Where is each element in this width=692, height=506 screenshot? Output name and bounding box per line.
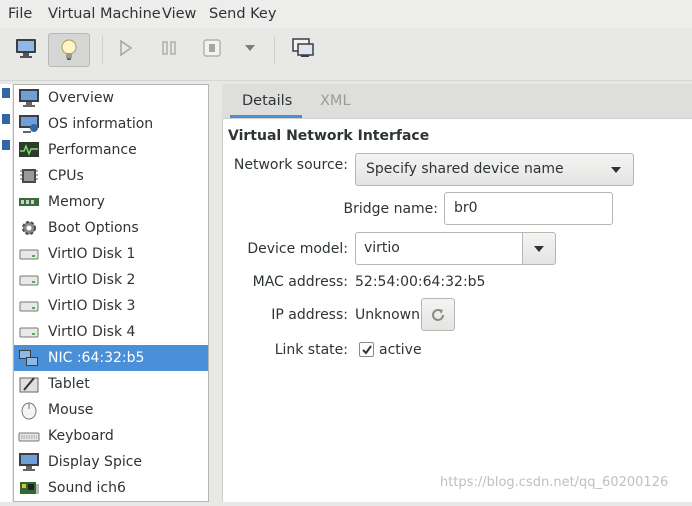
mac-address-label: MAC address: [252,274,348,290]
pause-icon [162,41,176,55]
device-model-label: Device model: [247,241,348,257]
disk-icon [18,296,40,316]
monitor-icon [16,39,36,58]
console-view-button[interactable] [9,32,43,64]
cpu-chip-icon [18,166,40,186]
sidebar-item-label: OS information [48,116,154,132]
menu-file[interactable]: File [8,6,32,22]
sidebar-item-sound-ich6[interactable]: Sound ich6 [14,475,208,501]
play-icon [120,39,133,57]
ip-address-value: Unknown [355,307,420,323]
pause-button[interactable] [152,32,186,64]
link-state-label: Link state: [274,342,348,358]
hardware-list: Overview OS information Performance CPUs… [13,84,209,502]
tab-xml[interactable]: XML [320,93,351,109]
display-icon [18,452,40,472]
sidebar-item-virtio-disk-4[interactable]: VirtIO Disk 4 [14,319,208,345]
disk-icon [18,270,40,290]
mouse-icon [18,400,40,420]
chevron-down-icon [534,246,544,252]
run-button[interactable] [108,32,142,64]
sidebar-item-boot-options[interactable]: Boot Options [14,215,208,241]
device-model-dropdown-button[interactable] [522,232,556,265]
tab-active-indicator [230,115,302,118]
sidebar-item-keyboard[interactable]: Keyboard [14,423,208,449]
sidebar-item-label: VirtIO Disk 1 [48,246,136,262]
sidebar-item-label: Mouse [48,402,94,418]
link-state-value: active [379,342,422,358]
sidebar-item-label: CPUs [48,168,84,184]
toolbar [0,28,692,81]
screens-icon [292,38,314,57]
mac-address-value: 52:54:00:64:32:b5 [355,274,486,290]
section-title: Virtual Network Interface [228,128,430,144]
disk-icon [18,322,40,342]
sidebar-item-label: VirtIO Disk 4 [48,324,136,340]
memory-module-icon [18,192,40,212]
bridge-name-value: br0 [454,200,478,216]
sidebar-item-os-information[interactable]: OS information [14,111,208,137]
bridge-name-input[interactable]: br0 [444,192,613,225]
menubar: File Virtual Machine View Send Key [0,0,692,28]
sidebar-item-label: Display Spice [48,454,143,470]
shutdown-menu-button[interactable] [233,32,267,64]
sidebar-item-label: Tablet [48,376,90,392]
sidebar-item-label: Keyboard [48,428,114,444]
fullscreen-button[interactable] [286,32,320,64]
chevron-down-icon [245,45,255,51]
sidebar-item-label: Boot Options [48,220,139,236]
gear-icon [18,218,40,238]
sidebar-item-memory[interactable]: Memory [14,189,208,215]
menu-virtual-machine[interactable]: Virtual Machine [48,6,161,22]
details-panel [222,84,692,502]
sidebar-item-label: VirtIO Disk 3 [48,298,136,314]
details-view-button[interactable] [48,33,90,67]
shutdown-button[interactable] [195,32,229,64]
chevron-down-icon [611,167,621,173]
sidebar-item-nic[interactable]: NIC :64:32:b5 [14,345,208,371]
disk-icon [18,244,40,264]
sound-card-icon [18,478,40,498]
device-model-input[interactable]: virtio [355,232,523,265]
refresh-icon [432,309,444,321]
stop-icon [203,39,221,57]
watermark: https://blog.csdn.net/qq_60200126 [440,475,669,490]
keyboard-icon [18,426,40,446]
sidebar-item-label: Performance [48,142,137,158]
network-source-select[interactable]: Specify shared device name [355,153,634,186]
sidebar-item-label: Memory [48,194,105,210]
sidebar-item-label: Sound ich6 [48,480,126,496]
checkmark-icon [362,345,372,355]
device-model-value: virtio [364,240,400,256]
sidebar-item-mouse[interactable]: Mouse [14,397,208,423]
sidebar-item-display-spice[interactable]: Display Spice [14,449,208,475]
sidebar-item-cpus[interactable]: CPUs [14,163,208,189]
tablet-icon [18,374,40,394]
tab-details[interactable]: Details [242,93,292,109]
network-icon [18,348,40,368]
sidebar-item-virtio-disk-3[interactable]: VirtIO Disk 3 [14,293,208,319]
sidebar-item-label: NIC :64:32:b5 [48,350,145,366]
sidebar-item-overview[interactable]: Overview [14,85,208,111]
monitor-info-icon [18,114,40,134]
left-edge-strip [0,84,12,502]
sidebar-item-virtio-disk-1[interactable]: VirtIO Disk 1 [14,241,208,267]
network-source-label: Network source: [233,157,348,173]
ip-address-label: IP address: [271,307,348,323]
lightbulb-icon [61,39,77,60]
sidebar-item-performance[interactable]: Performance [14,137,208,163]
sidebar-item-virtio-disk-2[interactable]: VirtIO Disk 2 [14,267,208,293]
sidebar-item-label: VirtIO Disk 2 [48,272,136,288]
performance-graph-icon [18,140,40,160]
sidebar-item-tablet[interactable]: Tablet [14,371,208,397]
menu-send-key[interactable]: Send Key [209,6,276,22]
network-source-value: Specify shared device name [366,161,564,177]
monitor-icon [18,88,40,108]
tab-bar: Details XML [222,84,692,119]
link-state-checkbox[interactable] [359,342,374,357]
sidebar-item-label: Overview [48,90,114,106]
bridge-name-label: Bridge name: [343,201,438,217]
refresh-ip-button[interactable] [421,298,455,331]
menu-view[interactable]: View [162,6,196,22]
